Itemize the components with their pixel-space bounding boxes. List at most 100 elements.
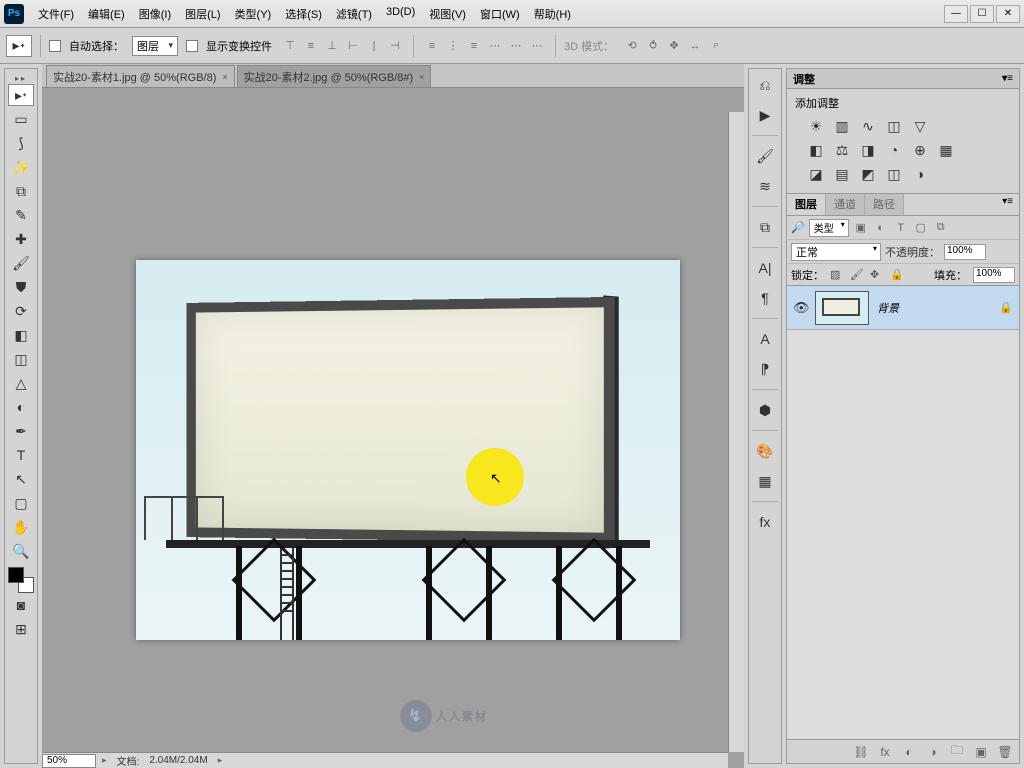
tab-channels[interactable]: 通道 xyxy=(826,194,865,215)
color-panel-icon[interactable]: 🎨 xyxy=(752,440,778,462)
3d-roll-icon[interactable]: ⥀ xyxy=(643,36,663,56)
3d-orbit-icon[interactable]: ⟲ xyxy=(622,36,642,56)
auto-select-checkbox[interactable] xyxy=(49,40,61,52)
move-tool-icon[interactable]: ▸✦ xyxy=(6,35,32,57)
menu-image[interactable]: 图像(I) xyxy=(133,4,177,24)
3d-panel-icon[interactable]: ⬢ xyxy=(752,399,778,421)
new-fill-icon[interactable]: ◑ xyxy=(925,744,941,760)
panel-menu-icon[interactable]: ▾≡ xyxy=(1002,73,1013,84)
path-select-tool[interactable]: ↖ xyxy=(8,468,34,490)
channel-mixer-icon[interactable]: ⊕ xyxy=(911,141,929,159)
hue-icon[interactable]: ◧ xyxy=(807,141,825,159)
selective-color-icon[interactable]: ◑ xyxy=(911,165,929,183)
viewport[interactable]: ↖ xyxy=(42,88,744,768)
brush-tool[interactable]: 🖌 xyxy=(8,252,34,274)
new-group-icon[interactable]: 🗀 xyxy=(949,744,965,760)
align-center-icon[interactable]: | xyxy=(364,36,384,56)
paragraph-panel-icon[interactable]: ¶ xyxy=(752,287,778,309)
opacity-field[interactable]: 100% xyxy=(944,244,986,260)
lock-all-icon[interactable]: 🔒 xyxy=(890,268,904,282)
filter-shape-icon[interactable]: ▢ xyxy=(913,220,929,236)
canvas-document[interactable]: ↖ xyxy=(136,260,680,640)
collapse-handle[interactable]: ▸▸ xyxy=(5,73,37,83)
3d-pan-icon[interactable]: ✥ xyxy=(664,36,684,56)
fill-field[interactable]: 100% xyxy=(973,267,1015,283)
clone-source-icon[interactable]: ⧉ xyxy=(752,216,778,238)
show-transform-checkbox[interactable] xyxy=(186,40,198,52)
char-styles-icon[interactable]: A xyxy=(752,328,778,350)
menu-layer[interactable]: 图层(L) xyxy=(179,4,226,24)
crop-tool[interactable]: ⧉ xyxy=(8,180,34,202)
dist-h-icon[interactable]: ⋯ xyxy=(506,36,526,56)
layer-row-background[interactable]: 👁 背景 🔒 xyxy=(787,286,1019,330)
styles-panel-icon[interactable]: fx xyxy=(752,511,778,533)
threshold-icon[interactable]: ◩ xyxy=(859,165,877,183)
filter-pixel-icon[interactable]: ▣ xyxy=(853,220,869,236)
lasso-tool[interactable]: ⟆ xyxy=(8,132,34,154)
blur-tool[interactable]: △ xyxy=(8,372,34,394)
menu-filter[interactable]: 滤镜(T) xyxy=(330,4,378,24)
quick-mask-tool[interactable]: ◙ xyxy=(8,594,34,616)
brightness-icon[interactable]: ☀ xyxy=(807,117,825,135)
dist-v-icon[interactable]: ⋮ xyxy=(443,36,463,56)
gradient-tool[interactable]: ◫ xyxy=(8,348,34,370)
align-bottom-icon[interactable]: ⊥ xyxy=(322,36,342,56)
gradient-map-icon[interactable]: ◫ xyxy=(885,165,903,183)
para-styles-icon[interactable]: ⁋ xyxy=(752,358,778,380)
tab-doc2[interactable]: 实战20-素材2.jpg @ 50%(RGB/8#)× xyxy=(237,65,432,87)
menu-window[interactable]: 窗口(W) xyxy=(474,4,526,24)
new-layer-icon[interactable]: ▣ xyxy=(973,744,989,760)
character-panel-icon[interactable]: A| xyxy=(752,257,778,279)
history-brush-tool[interactable]: ⟳ xyxy=(8,300,34,322)
close-icon[interactable]: × xyxy=(419,72,424,82)
stamp-tool[interactable]: ⛊ xyxy=(8,276,34,298)
balance-icon[interactable]: ⚖ xyxy=(833,141,851,159)
posterize-icon[interactable]: ▤ xyxy=(833,165,851,183)
blend-mode-select[interactable]: 正常 xyxy=(791,243,881,261)
type-tool[interactable]: T xyxy=(8,444,34,466)
tab-layers[interactable]: 图层 xyxy=(787,194,826,215)
3d-zoom-icon[interactable]: ⌕ xyxy=(706,36,726,56)
marquee-tool[interactable]: ▭ xyxy=(8,108,34,130)
menu-help[interactable]: 帮助(H) xyxy=(528,4,577,24)
layer-fx-icon[interactable]: fx xyxy=(877,744,893,760)
color-swatches[interactable] xyxy=(8,567,34,593)
zoom-tool[interactable]: 🔍 xyxy=(8,540,34,562)
dist-top-icon[interactable]: ≡ xyxy=(422,36,442,56)
brush-panel-icon[interactable]: 🖌 xyxy=(752,145,778,167)
tab-doc1[interactable]: 实战20-素材1.jpg @ 50%(RGB/8)× xyxy=(46,65,235,87)
align-left-icon[interactable]: ⊢ xyxy=(343,36,363,56)
align-middle-icon[interactable]: ≡ xyxy=(301,36,321,56)
auto-select-target[interactable]: 图层 xyxy=(132,36,178,56)
filter-adjust-icon[interactable]: ◐ xyxy=(873,220,889,236)
history-panel-icon[interactable]: ⎌ xyxy=(752,74,778,96)
menu-file[interactable]: 文件(F) xyxy=(32,4,80,24)
vibrance-icon[interactable]: ▽ xyxy=(911,117,929,135)
menu-type[interactable]: 类型(Y) xyxy=(229,4,278,24)
brush-presets-icon[interactable]: ≋ xyxy=(752,175,778,197)
status-arrow-icon[interactable]: ▸ xyxy=(218,755,223,766)
move-tool[interactable]: ▸✦ xyxy=(8,84,34,106)
lock-position-icon[interactable]: ✥ xyxy=(870,268,884,282)
layer-thumbnail[interactable] xyxy=(815,291,869,325)
panel-menu-icon[interactable]: ▾≡ xyxy=(996,194,1019,215)
3d-slide-icon[interactable]: ↔ xyxy=(685,36,705,56)
minimize-button[interactable]: — xyxy=(944,5,968,23)
menu-edit[interactable]: 编辑(E) xyxy=(82,4,131,24)
bw-icon[interactable]: ◨ xyxy=(859,141,877,159)
delete-layer-icon[interactable]: 🗑 xyxy=(997,744,1013,760)
maximize-button[interactable]: ☐ xyxy=(970,5,994,23)
levels-icon[interactable]: ▥ xyxy=(833,117,851,135)
layer-mask-icon[interactable]: ◐ xyxy=(901,744,917,760)
exposure-icon[interactable]: ◫ xyxy=(885,117,903,135)
eyedropper-tool[interactable]: ✎ xyxy=(8,204,34,226)
menu-view[interactable]: 视图(V) xyxy=(423,4,472,24)
actions-panel-icon[interactable]: ▶ xyxy=(752,104,778,126)
dist-bottom-icon[interactable]: ≡ xyxy=(464,36,484,56)
menu-select[interactable]: 选择(S) xyxy=(279,4,328,24)
filter-smart-icon[interactable]: ⧉ xyxy=(933,220,949,236)
zoom-field[interactable] xyxy=(42,754,96,768)
dist-left-icon[interactable]: ⋯ xyxy=(485,36,505,56)
align-right-icon[interactable]: ⊣ xyxy=(385,36,405,56)
dodge-tool[interactable]: ◐ xyxy=(8,396,34,418)
